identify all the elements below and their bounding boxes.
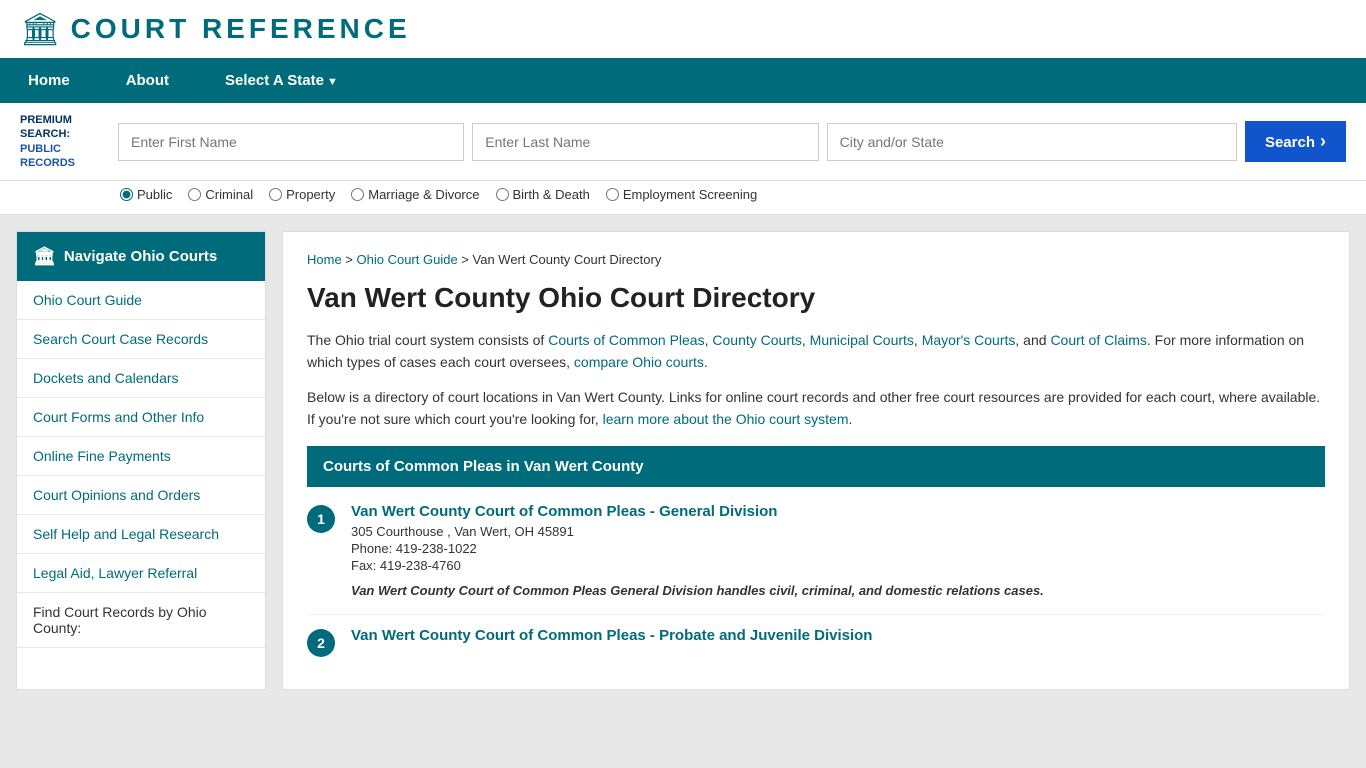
court-number-1: 1 <box>307 505 335 533</box>
search-button[interactable]: Search <box>1245 121 1346 162</box>
radio-marriage[interactable]: Marriage & Divorce <box>351 187 479 202</box>
sidebar-header-label: Navigate Ohio Courts <box>64 248 217 265</box>
intro-paragraph: The Ohio trial court system consists of … <box>307 329 1325 374</box>
breadcrumb-current: Van Wert County Court Directory <box>473 252 662 267</box>
content-area: Home > Ohio Court Guide > Van Wert Count… <box>282 231 1350 690</box>
nav-select-state[interactable]: Select A State <box>197 58 366 103</box>
court-details-2: Van Wert County Court of Common Pleas - … <box>351 627 872 657</box>
link-municipal-courts[interactable]: Municipal Courts <box>810 332 914 348</box>
logo-icon: 🏛 <box>20 10 61 48</box>
sidebar-item-self-help[interactable]: Self Help and Legal Research <box>17 515 265 554</box>
site-header: 🏛 COURT REFERENCE <box>0 0 1366 58</box>
sidebar-item-court-opinions[interactable]: Court Opinions and Orders <box>17 476 265 515</box>
page-title: Van Wert County Ohio Court Directory <box>307 281 1325 315</box>
breadcrumb: Home > Ohio Court Guide > Van Wert Count… <box>307 252 1325 267</box>
nav-about[interactable]: About <box>98 58 197 103</box>
court-details-1: Van Wert County Court of Common Pleas - … <box>351 503 1325 598</box>
navbar: Home About Select A State <box>0 58 1366 103</box>
link-courts-common-pleas[interactable]: Courts of Common Pleas <box>548 332 704 348</box>
radio-property[interactable]: Property <box>269 187 335 202</box>
main-wrapper: 🏛 Navigate Ohio Courts Ohio Court Guide … <box>0 215 1366 690</box>
sidebar-item-ohio-court-guide[interactable]: Ohio Court Guide <box>17 281 265 320</box>
sidebar-item-dockets-calendars[interactable]: Dockets and Calendars <box>17 359 265 398</box>
breadcrumb-home[interactable]: Home <box>307 252 342 267</box>
court-phone-1: Phone: 419-238-1022 <box>351 541 1325 556</box>
radio-criminal[interactable]: Criminal <box>188 187 253 202</box>
logo-area[interactable]: 🏛 COURT REFERENCE <box>20 10 411 48</box>
sidebar-footer: Find Court Records by Ohio County: <box>17 593 265 648</box>
sidebar-item-online-fine-payments[interactable]: Online Fine Payments <box>17 437 265 476</box>
court-desc-1: Van Wert County Court of Common Pleas Ge… <box>351 583 1325 598</box>
sidebar-header: 🏛 Navigate Ohio Courts <box>17 232 265 281</box>
premium-label: PREMIUM SEARCH: PUBLIC RECORDS <box>20 113 110 170</box>
link-learn-more[interactable]: learn more about the Ohio court system <box>603 411 849 427</box>
court-address-1: 305 Courthouse , Van Wert, OH 45891 <box>351 524 1325 539</box>
last-name-input[interactable] <box>472 123 818 161</box>
sidebar: 🏛 Navigate Ohio Courts Ohio Court Guide … <box>16 231 266 690</box>
city-input[interactable] <box>827 123 1237 161</box>
link-county-courts[interactable]: County Courts <box>712 332 801 348</box>
link-mayors-courts[interactable]: Mayor's Courts <box>922 332 1016 348</box>
link-compare-courts[interactable]: compare Ohio courts <box>574 354 704 370</box>
court-name-2[interactable]: Van Wert County Court of Common Pleas - … <box>351 627 872 644</box>
body-paragraph: Below is a directory of court locations … <box>307 386 1325 431</box>
link-court-of-claims[interactable]: Court of Claims <box>1050 332 1146 348</box>
court-number-2: 2 <box>307 629 335 657</box>
court-name-1[interactable]: Van Wert County Court of Common Pleas - … <box>351 503 777 520</box>
court-entry-1: 1 Van Wert County Court of Common Pleas … <box>307 487 1325 615</box>
radio-row: Public Criminal Property Marriage & Divo… <box>0 181 1366 215</box>
radio-birth[interactable]: Birth & Death <box>496 187 590 202</box>
sidebar-item-court-forms[interactable]: Court Forms and Other Info <box>17 398 265 437</box>
search-bar: PREMIUM SEARCH: PUBLIC RECORDS Search <box>0 103 1366 181</box>
sidebar-item-search-court-case-records[interactable]: Search Court Case Records <box>17 320 265 359</box>
first-name-input[interactable] <box>118 123 464 161</box>
radio-public[interactable]: Public <box>120 187 172 202</box>
logo-text: COURT REFERENCE <box>71 13 411 45</box>
sidebar-header-icon: 🏛 <box>33 246 56 267</box>
breadcrumb-state[interactable]: Ohio Court Guide <box>357 252 458 267</box>
sidebar-item-legal-aid[interactable]: Legal Aid, Lawyer Referral <box>17 554 265 593</box>
court-fax-1: Fax: 419-238-4760 <box>351 558 1325 573</box>
radio-employment[interactable]: Employment Screening <box>606 187 757 202</box>
court-entry-2: 2 Van Wert County Court of Common Pleas … <box>307 615 1325 669</box>
nav-home[interactable]: Home <box>0 58 98 103</box>
section-header-common-pleas: Courts of Common Pleas in Van Wert Count… <box>307 446 1325 487</box>
